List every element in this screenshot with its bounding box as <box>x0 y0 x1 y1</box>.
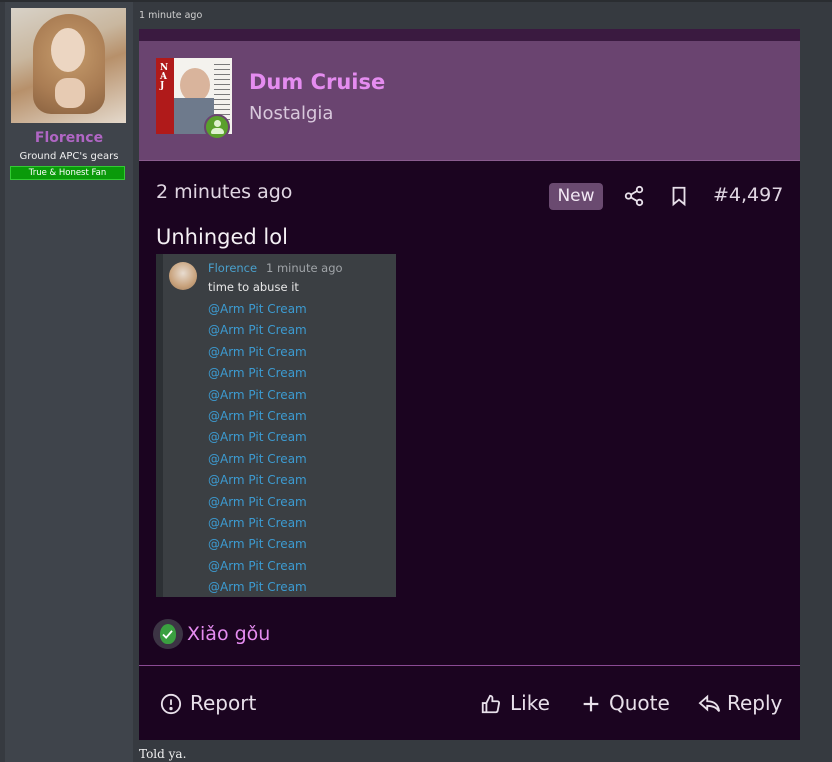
screenshot-time: 1 minute ago <box>266 261 343 275</box>
like-label: Like <box>510 691 550 715</box>
embed-post-text: Unhinged lol <box>156 225 288 249</box>
screenshot-mentions: @Arm Pit Cream @Arm Pit Cream @Arm Pit C… <box>208 299 307 597</box>
mention: @Arm Pit Cream <box>208 387 307 402</box>
new-badge: New <box>549 183 603 210</box>
user-avatar[interactable] <box>11 8 126 123</box>
check-icon <box>162 630 173 639</box>
post-number[interactable]: #4,497 <box>713 184 783 206</box>
user-name[interactable]: Florence <box>5 130 133 146</box>
reaction-user-avatar[interactable] <box>153 619 183 649</box>
user-title: Ground APC's gears <box>19 151 119 162</box>
mention: @Arm Pit Cream <box>208 323 307 338</box>
mention: @Arm Pit Cream <box>208 408 307 423</box>
reply-icon <box>698 694 721 712</box>
reaction-user-name[interactable]: Xiǎo gǒu <box>187 623 270 645</box>
thread-title[interactable]: Dum Cruise <box>249 70 385 94</box>
mention: @Arm Pit Cream <box>208 430 307 445</box>
user-sidebar: Florence Ground APC's gears True & Hones… <box>5 2 133 762</box>
mention: @Arm Pit Cream <box>208 473 307 488</box>
mention: @Arm Pit Cream <box>208 344 307 359</box>
embed-thread-header: N A J Dum Cruise Nostalgia <box>139 41 800 161</box>
quote-label: Quote <box>609 691 670 715</box>
post-body-text: Told ya. <box>139 747 187 761</box>
footer-divider <box>139 665 800 666</box>
screenshot-message: time to abuse it <box>208 280 299 294</box>
reply-label: Reply <box>727 691 783 715</box>
like-icon <box>481 694 501 714</box>
mention: @Arm Pit Cream <box>208 451 307 466</box>
mention: @Arm Pit Cream <box>208 580 307 595</box>
user-icon <box>204 114 230 140</box>
mention: @Arm Pit Cream <box>208 366 307 381</box>
share-icon[interactable] <box>623 185 645 207</box>
thread-forum[interactable]: Nostalgia <box>249 103 333 124</box>
mention: @Arm Pit Cream <box>208 302 307 316</box>
report-label: Report <box>190 691 257 715</box>
quote-icon <box>583 696 599 712</box>
screenshot-avatar <box>169 262 197 290</box>
user-banner: True & Honest Fan <box>10 166 125 180</box>
mention: @Arm Pit Cream <box>208 537 307 552</box>
report-icon <box>160 693 182 715</box>
embed-post-time[interactable]: 2 minutes ago <box>156 181 292 203</box>
embed-header-band <box>139 29 800 41</box>
screenshot-author: Florence <box>208 261 258 275</box>
embedded-post: N A J Dum Cruise Nostalgia 2 minutes ago… <box>139 29 800 740</box>
attached-screenshot[interactable]: Florence 1 minute ago time to abuse it @… <box>156 254 396 597</box>
mention: @Arm Pit Cream <box>208 558 307 573</box>
mention: @Arm Pit Cream <box>208 494 307 509</box>
mention: @Arm Pit Cream <box>208 515 307 530</box>
bookmark-icon[interactable] <box>668 185 690 207</box>
post-timestamp[interactable]: 1 minute ago <box>139 10 202 21</box>
